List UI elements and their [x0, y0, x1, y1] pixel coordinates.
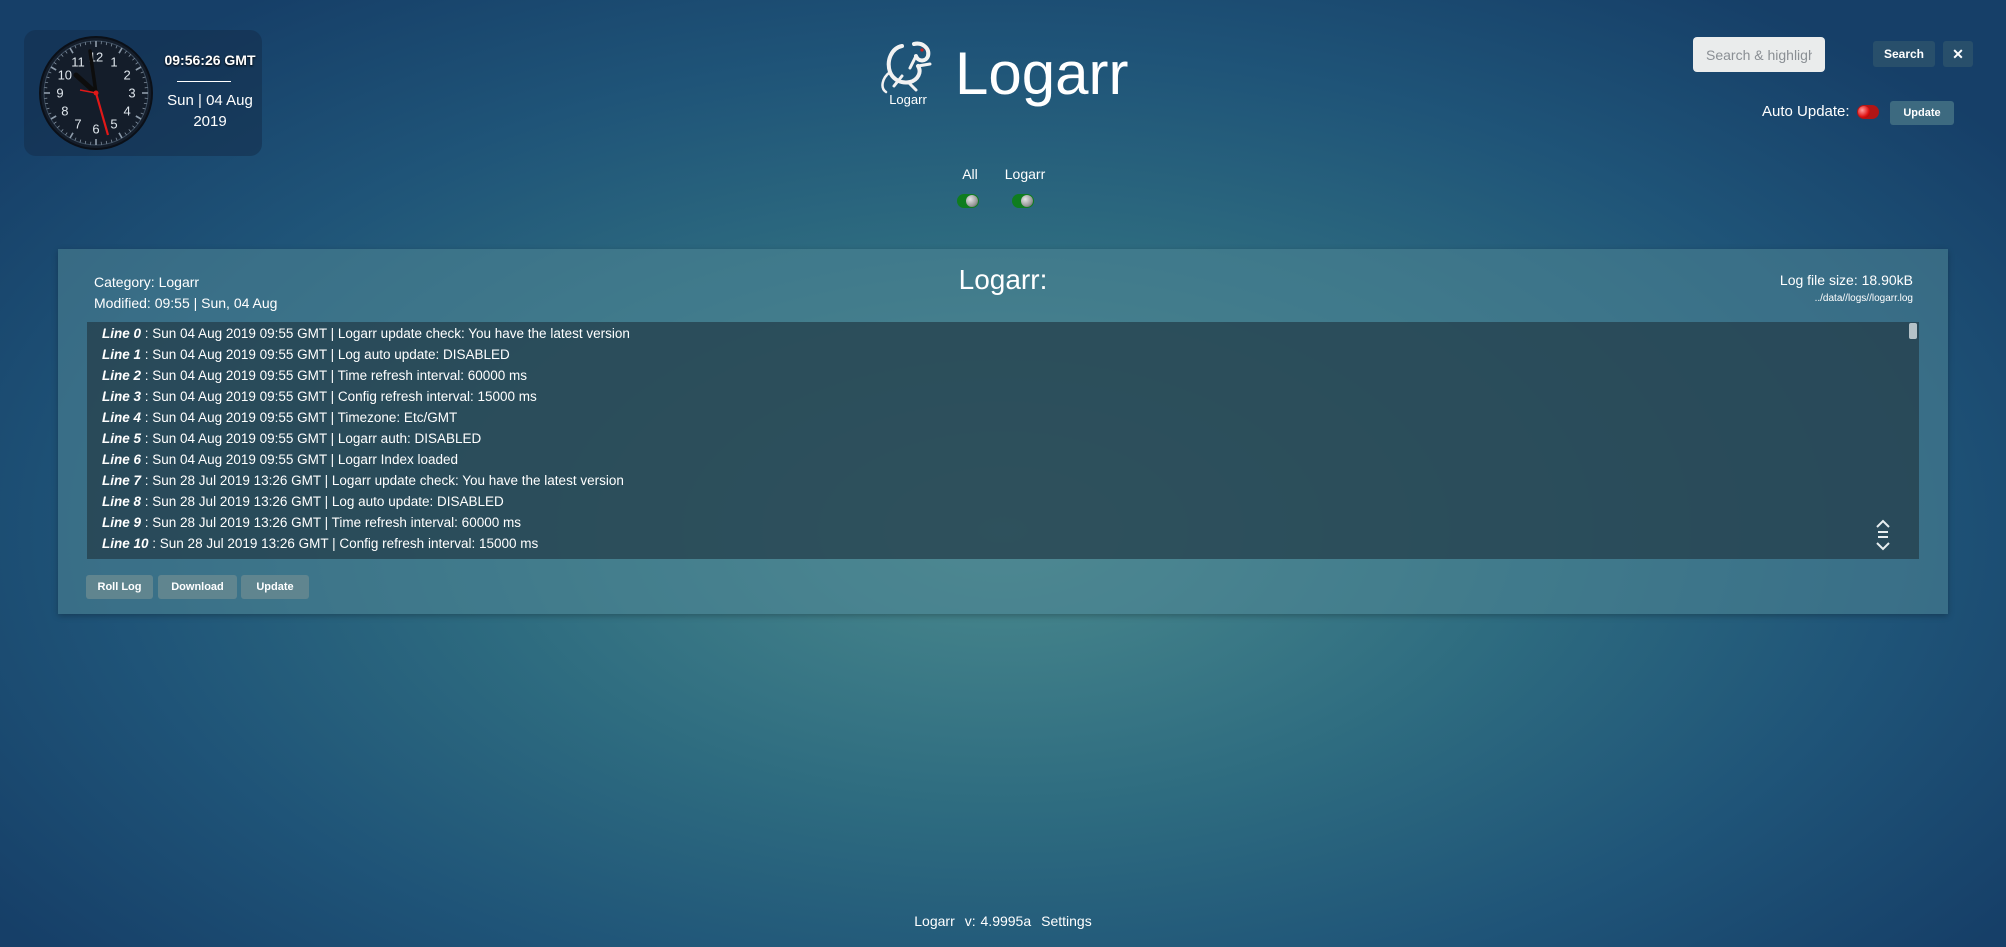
log-line-number: Line 10: [102, 536, 149, 551]
update-log-button[interactable]: Update: [241, 575, 309, 599]
clock-numeral: 9: [56, 86, 63, 101]
clock-numeral: 4: [124, 104, 131, 119]
log-line-text: : Sun 28 Jul 2019 13:26 GMT | Logarr upd…: [141, 473, 624, 488]
log-line: Line 6 : Sun 04 Aug 2019 09:55 GMT | Log…: [102, 452, 458, 467]
log-line-number: Line 9: [102, 515, 142, 530]
clock-numeral: 10: [58, 68, 72, 83]
log-line: Line 9 : Sun 28 Jul 2019 13:26 GMT | Tim…: [102, 515, 521, 530]
auto-update-toggle[interactable]: [1857, 105, 1879, 119]
filter-logarr-label: Logarr: [1004, 166, 1046, 182]
logo-caption: Logarr: [889, 92, 927, 107]
clock-date-line1: Sun | 04 Aug: [167, 92, 253, 109]
log-line-text: : Sun 04 Aug 2019 09:55 GMT | Time refre…: [141, 368, 527, 383]
clock-numeral: 2: [124, 68, 131, 83]
search-button[interactable]: Search: [1873, 41, 1935, 67]
filter-all-label: All: [962, 166, 978, 182]
clock-date: Sun | 04 Aug 2019: [164, 90, 256, 132]
log-title: Logarr:: [958, 264, 1048, 295]
log-line-number: Line 0: [102, 326, 142, 341]
download-button[interactable]: Download: [158, 575, 237, 599]
clock-numeral: 1: [110, 54, 117, 69]
log-line-number: Line 3: [102, 389, 142, 404]
search-input[interactable]: [1693, 37, 1825, 72]
log-line: Line 8 : Sun 28 Jul 2019 13:26 GMT | Log…: [102, 494, 504, 509]
log-line-text: : Sun 28 Jul 2019 13:26 GMT | Config ref…: [148, 536, 539, 551]
page-title: Logarr: [955, 40, 1129, 107]
clock-numeral: 7: [74, 117, 81, 132]
log-line-text: : Sun 04 Aug 2019 09:55 GMT | Logarr aut…: [141, 431, 482, 446]
log-line-text: : Sun 04 Aug 2019 09:55 GMT | Log auto u…: [141, 347, 510, 362]
log-file-size: Log file size: 18.90kB: [1779, 272, 1913, 288]
log-line: Line 10 : Sun 28 Jul 2019 13:26 GMT | Co…: [102, 536, 538, 551]
clear-search-button[interactable]: ✕: [1943, 41, 1973, 67]
footer-settings-link[interactable]: Settings: [1041, 913, 1092, 929]
log-line-number: Line 7: [102, 473, 142, 488]
toggle-knob: [1021, 195, 1033, 207]
log-line: Line 5 : Sun 04 Aug 2019 09:55 GMT | Log…: [102, 431, 481, 446]
log-line-text: : Sun 04 Aug 2019 09:55 GMT | Logarr upd…: [141, 326, 630, 341]
log-line-text: : Sun 04 Aug 2019 09:55 GMT | Config ref…: [141, 389, 537, 404]
log-line-number: Line 2: [102, 368, 142, 383]
log-line: Line 2 : Sun 04 Aug 2019 09:55 GMT | Tim…: [102, 368, 527, 383]
log-line-text: : Sun 28 Jul 2019 13:26 GMT | Log auto u…: [141, 494, 504, 509]
clock-widget: 12 1 2 3 4 5 6 7 8 9 10 11 09:56:26 GMT Sun | 04 Au…: [24, 30, 262, 156]
log-modified: Modified: 09:55 | Sun, 04 Aug: [94, 295, 278, 311]
log-line: Line 1 : Sun 04 Aug 2019 09:55 GMT | Log…: [102, 347, 510, 362]
footer-app-name: Logarr: [914, 913, 955, 929]
log-line: Line 0 : Sun 04 Aug 2019 09:55 GMT | Log…: [102, 326, 630, 341]
clock-numeral: 5: [110, 117, 117, 132]
analog-clock-icon: 12 1234567891011: [39, 36, 153, 150]
log-line-number: Line 8: [102, 494, 142, 509]
filter-logarr-toggle[interactable]: [1012, 194, 1034, 208]
log-panel: Category: Logarr Modified: 09:55 | Sun, …: [58, 249, 1948, 614]
log-line-text: : Sun 04 Aug 2019 09:55 GMT | Timezone: …: [141, 410, 458, 425]
log-file-path: ../data//logs//logarr.log: [1814, 293, 1913, 304]
clock-numeral: 3: [128, 86, 135, 101]
log-scrollbar[interactable]: [1909, 323, 1917, 339]
log-line: Line 7 : Sun 28 Jul 2019 13:26 GMT | Log…: [102, 473, 624, 488]
log-line-number: Line 6: [102, 452, 142, 467]
clock-time: 09:56:26 GMT: [164, 52, 256, 68]
log-line-text: : Sun 04 Aug 2019 09:55 GMT | Logarr Ind…: [141, 452, 458, 467]
roll-log-button[interactable]: Roll Log: [86, 575, 153, 599]
update-button[interactable]: Update: [1890, 101, 1954, 125]
clock-date-line2: 2019: [193, 113, 227, 130]
toggle-knob: [1858, 106, 1870, 118]
auto-update-label: Auto Update:: [1762, 103, 1850, 120]
log-line: Line 3 : Sun 04 Aug 2019 09:55 GMT | Con…: [102, 389, 537, 404]
clock-numeral: 8: [61, 104, 68, 119]
scroll-jump-icon[interactable]: [1873, 518, 1893, 552]
clock-numeral: 6: [92, 122, 99, 137]
log-content[interactable]: Line 0 : Sun 04 Aug 2019 09:55 GMT | Log…: [87, 322, 1919, 559]
log-line-number: Line 1: [102, 347, 142, 362]
toggle-knob: [966, 195, 978, 207]
log-line: Line 4 : Sun 04 Aug 2019 09:55 GMT | Tim…: [102, 410, 457, 425]
footer: Logarr v: 4.9995a Settings: [0, 913, 2006, 929]
footer-version: v: 4.9995a: [964, 913, 1032, 929]
log-line-text: : Sun 28 Jul 2019 13:26 GMT | Time refre…: [141, 515, 521, 530]
clock-divider: [177, 81, 231, 82]
filter-all-toggle[interactable]: [957, 194, 979, 208]
clock-numeral: 11: [71, 54, 85, 69]
log-line-number: Line 5: [102, 431, 142, 446]
log-line-number: Line 4: [102, 410, 142, 425]
